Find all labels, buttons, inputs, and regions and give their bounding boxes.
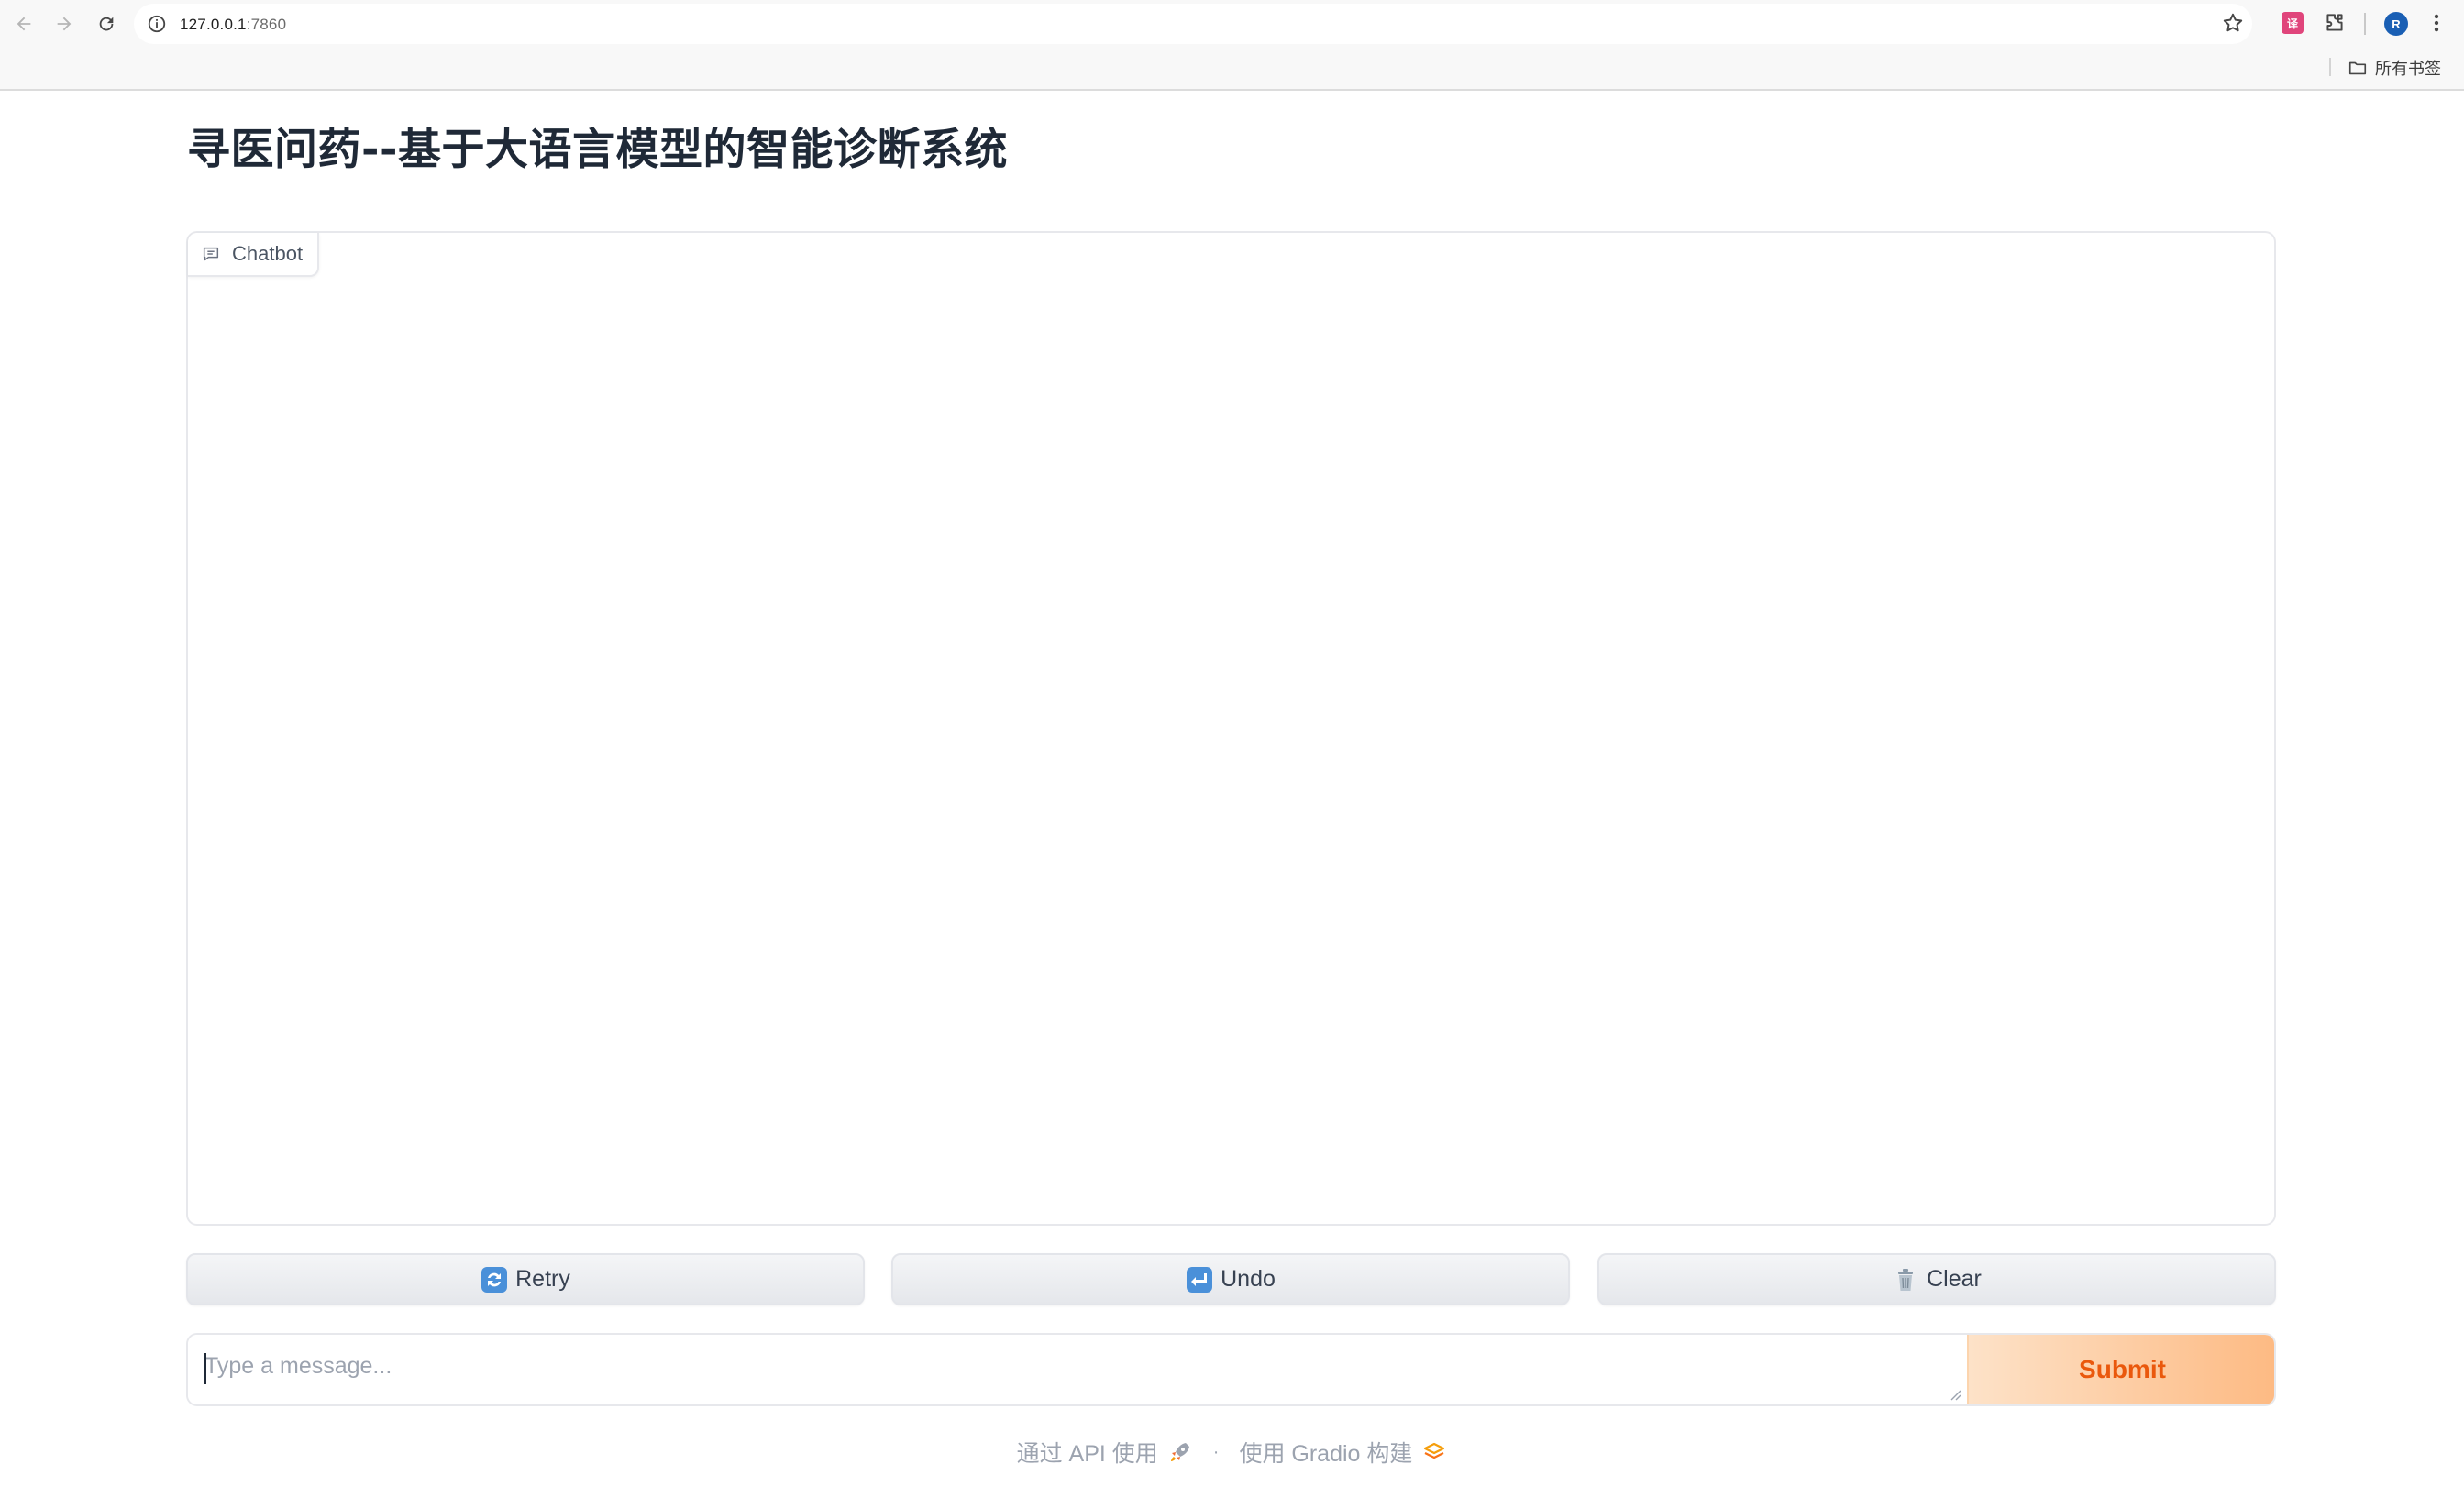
submit-button[interactable]: Submit (1967, 1335, 2274, 1404)
retry-label: Retry (515, 1266, 570, 1292)
gradio-link[interactable]: 使用 Gradio 构建 (1239, 1436, 1447, 1469)
bookmarks-divider (2329, 58, 2331, 76)
back-button[interactable] (9, 9, 39, 39)
url-port: :7860 (246, 16, 287, 33)
text-caret (204, 1353, 206, 1384)
clear-button[interactable]: Clear (1597, 1253, 2276, 1305)
all-bookmarks-button[interactable]: 所有书签 (2348, 55, 2441, 81)
address-bar[interactable]: 127.0.0.1:7860 (134, 4, 2252, 44)
profile-avatar[interactable]: R (2384, 12, 2408, 36)
chatbot-panel[interactable]: Chatbot (186, 231, 2276, 1226)
url-host: 127.0.0.1 (180, 16, 247, 33)
translate-extension-icon[interactable]: 译 (2282, 12, 2304, 34)
gradio-link-label: 使用 Gradio 构建 (1239, 1441, 1413, 1467)
api-link-label: 通过 API 使用 (1016, 1441, 1158, 1467)
resize-grip-icon[interactable] (1949, 1388, 1961, 1401)
all-bookmarks-label: 所有书签 (2375, 60, 2441, 78)
reload-button[interactable] (92, 9, 121, 39)
clear-label: Clear (1927, 1266, 1982, 1292)
retry-button[interactable]: Retry (186, 1253, 865, 1305)
info-icon[interactable] (147, 14, 167, 34)
undo-button[interactable]: Undo (891, 1253, 1570, 1305)
browser-chrome: 127.0.0.1:7860 译 R 所有书签 (0, 0, 2464, 91)
star-icon[interactable] (2221, 11, 2245, 35)
message-input[interactable] (188, 1335, 1965, 1404)
browser-toolbar: 127.0.0.1:7860 译 R (0, 0, 2464, 48)
arrow-right-icon (57, 17, 72, 31)
folder-icon (2348, 61, 2367, 75)
trash-can-icon (1892, 1266, 1919, 1294)
chatbot-label: Chatbot (188, 233, 320, 277)
undo-label: Undo (1221, 1266, 1276, 1292)
bookmarks-bar: 所有书签 (0, 48, 2464, 90)
puzzle-icon[interactable] (2323, 11, 2347, 35)
undo-arrow-icon (1186, 1266, 1213, 1294)
footer: 通过 API 使用 · 使用 Gradio 构建 (0, 1434, 2464, 1470)
forward-button[interactable] (50, 9, 79, 39)
page-title: 寻医问药--基于大语言模型的智能诊断系统 (187, 125, 1009, 175)
kebab-menu-icon[interactable] (2425, 11, 2448, 35)
chatbot-label-text: Chatbot (232, 242, 304, 265)
gradio-logo-icon (1424, 1442, 1445, 1459)
footer-separator: · (1212, 1441, 1220, 1462)
chat-bubble-icon (203, 247, 219, 261)
url-text[interactable]: 127.0.0.1:7860 (180, 16, 286, 34)
api-link[interactable]: 通过 API 使用 (1017, 1436, 1193, 1469)
arrow-left-icon (17, 17, 31, 31)
toolbar-divider (2364, 13, 2366, 35)
message-composer: Submit (186, 1333, 2276, 1406)
reload-icon (99, 17, 114, 31)
rocket-icon (1170, 1443, 1189, 1461)
repeat-arrows-icon (481, 1266, 508, 1294)
